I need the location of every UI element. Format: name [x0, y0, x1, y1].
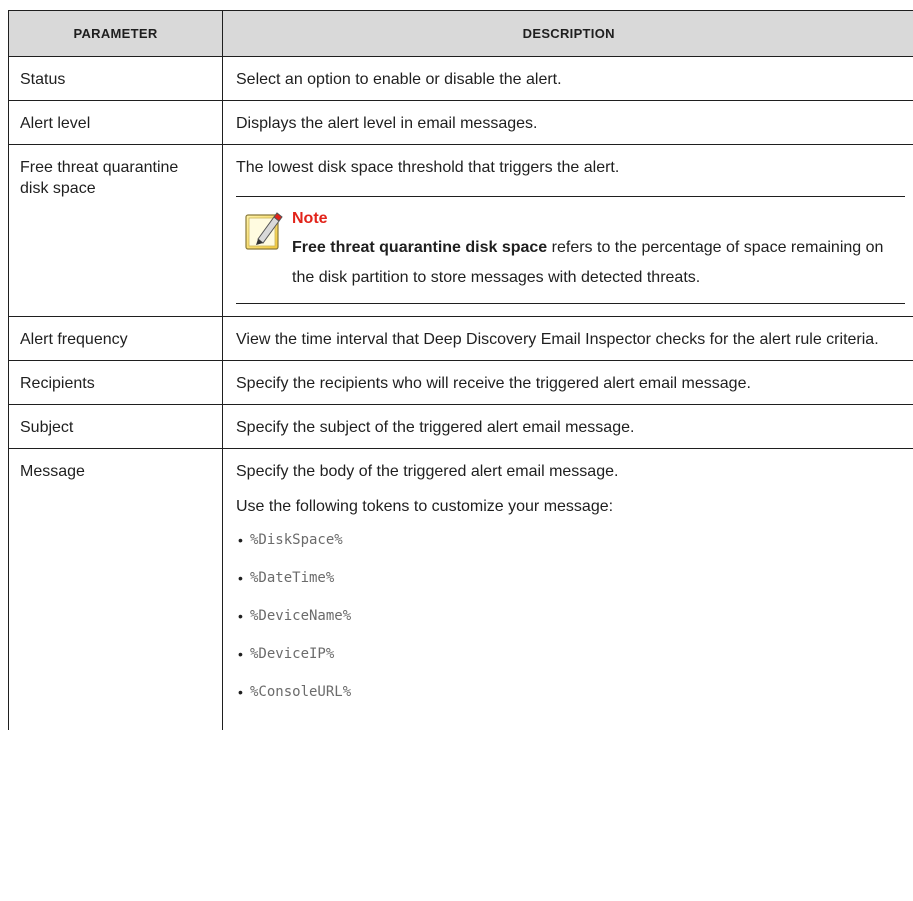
row-description-alert-frequency: View the time interval that Deep Discove…: [222, 316, 913, 361]
row-parameter-message: Message: [8, 448, 223, 730]
row-parameter-subject: Subject: [8, 404, 223, 449]
list-item: %DeviceName%: [238, 606, 905, 626]
tokens-intro: Use the following tokens to customize yo…: [236, 498, 614, 515]
table-row: Free threat quarantine disk space The lo…: [8, 144, 913, 317]
row-parameter-disk-space: Free threat quarantine disk space: [8, 144, 223, 317]
list-item: %DateTime%: [238, 568, 905, 588]
row-description-recipients: Specify the recipients who will receive …: [222, 360, 913, 405]
table-row: Message Specify the body of the triggere…: [8, 448, 913, 731]
table-row: Recipients Specify the recipients who wi…: [8, 360, 913, 405]
row-parameter-status: Status: [8, 56, 223, 101]
row-description-disk-space: The lowest disk space threshold that tri…: [222, 144, 913, 317]
row-description-message: Specify the body of the triggered alert …: [223, 449, 913, 731]
disk-space-description-text: The lowest disk space threshold that tri…: [236, 159, 620, 176]
header-description: Description: [222, 10, 913, 57]
parameter-table: Parameter Description Status Select an o…: [8, 10, 913, 730]
row-description-subject: Specify the subject of the triggered ale…: [222, 404, 913, 449]
note-block: Note Free threat quarantine disk space r…: [236, 196, 905, 304]
row-description-alert-level: Displays the alert level in email messag…: [222, 100, 913, 145]
note-pencil-icon: [245, 212, 283, 250]
message-description-text: Specify the body of the triggered alert …: [236, 463, 619, 480]
table-row: Status Select an option to enable or dis…: [8, 56, 913, 101]
row-description-status: Select an option to enable or disable th…: [222, 56, 913, 101]
note-bold-lead: Free threat quarantine disk space: [292, 239, 548, 256]
header-parameter: Parameter: [8, 10, 223, 57]
list-item: %ConsoleURL%: [238, 682, 905, 702]
list-item: %DeviceIP%: [238, 644, 905, 664]
row-parameter-recipients: Recipients: [8, 360, 223, 405]
table-header-row: Parameter Description: [8, 10, 913, 57]
table-row: Alert frequency View the time interval t…: [8, 316, 913, 361]
note-body: Free threat quarantine disk space refers…: [292, 233, 899, 293]
table-row: Alert level Displays the alert level in …: [8, 100, 913, 145]
list-item: %DiskSpace%: [238, 530, 905, 550]
table-row: Subject Specify the subject of the trigg…: [8, 404, 913, 449]
note-title: Note: [292, 210, 328, 227]
token-list: %DiskSpace% %DateTime% %DeviceName% %Dev…: [236, 530, 905, 702]
row-parameter-alert-level: Alert level: [8, 100, 223, 145]
row-parameter-alert-frequency: Alert frequency: [8, 316, 223, 361]
